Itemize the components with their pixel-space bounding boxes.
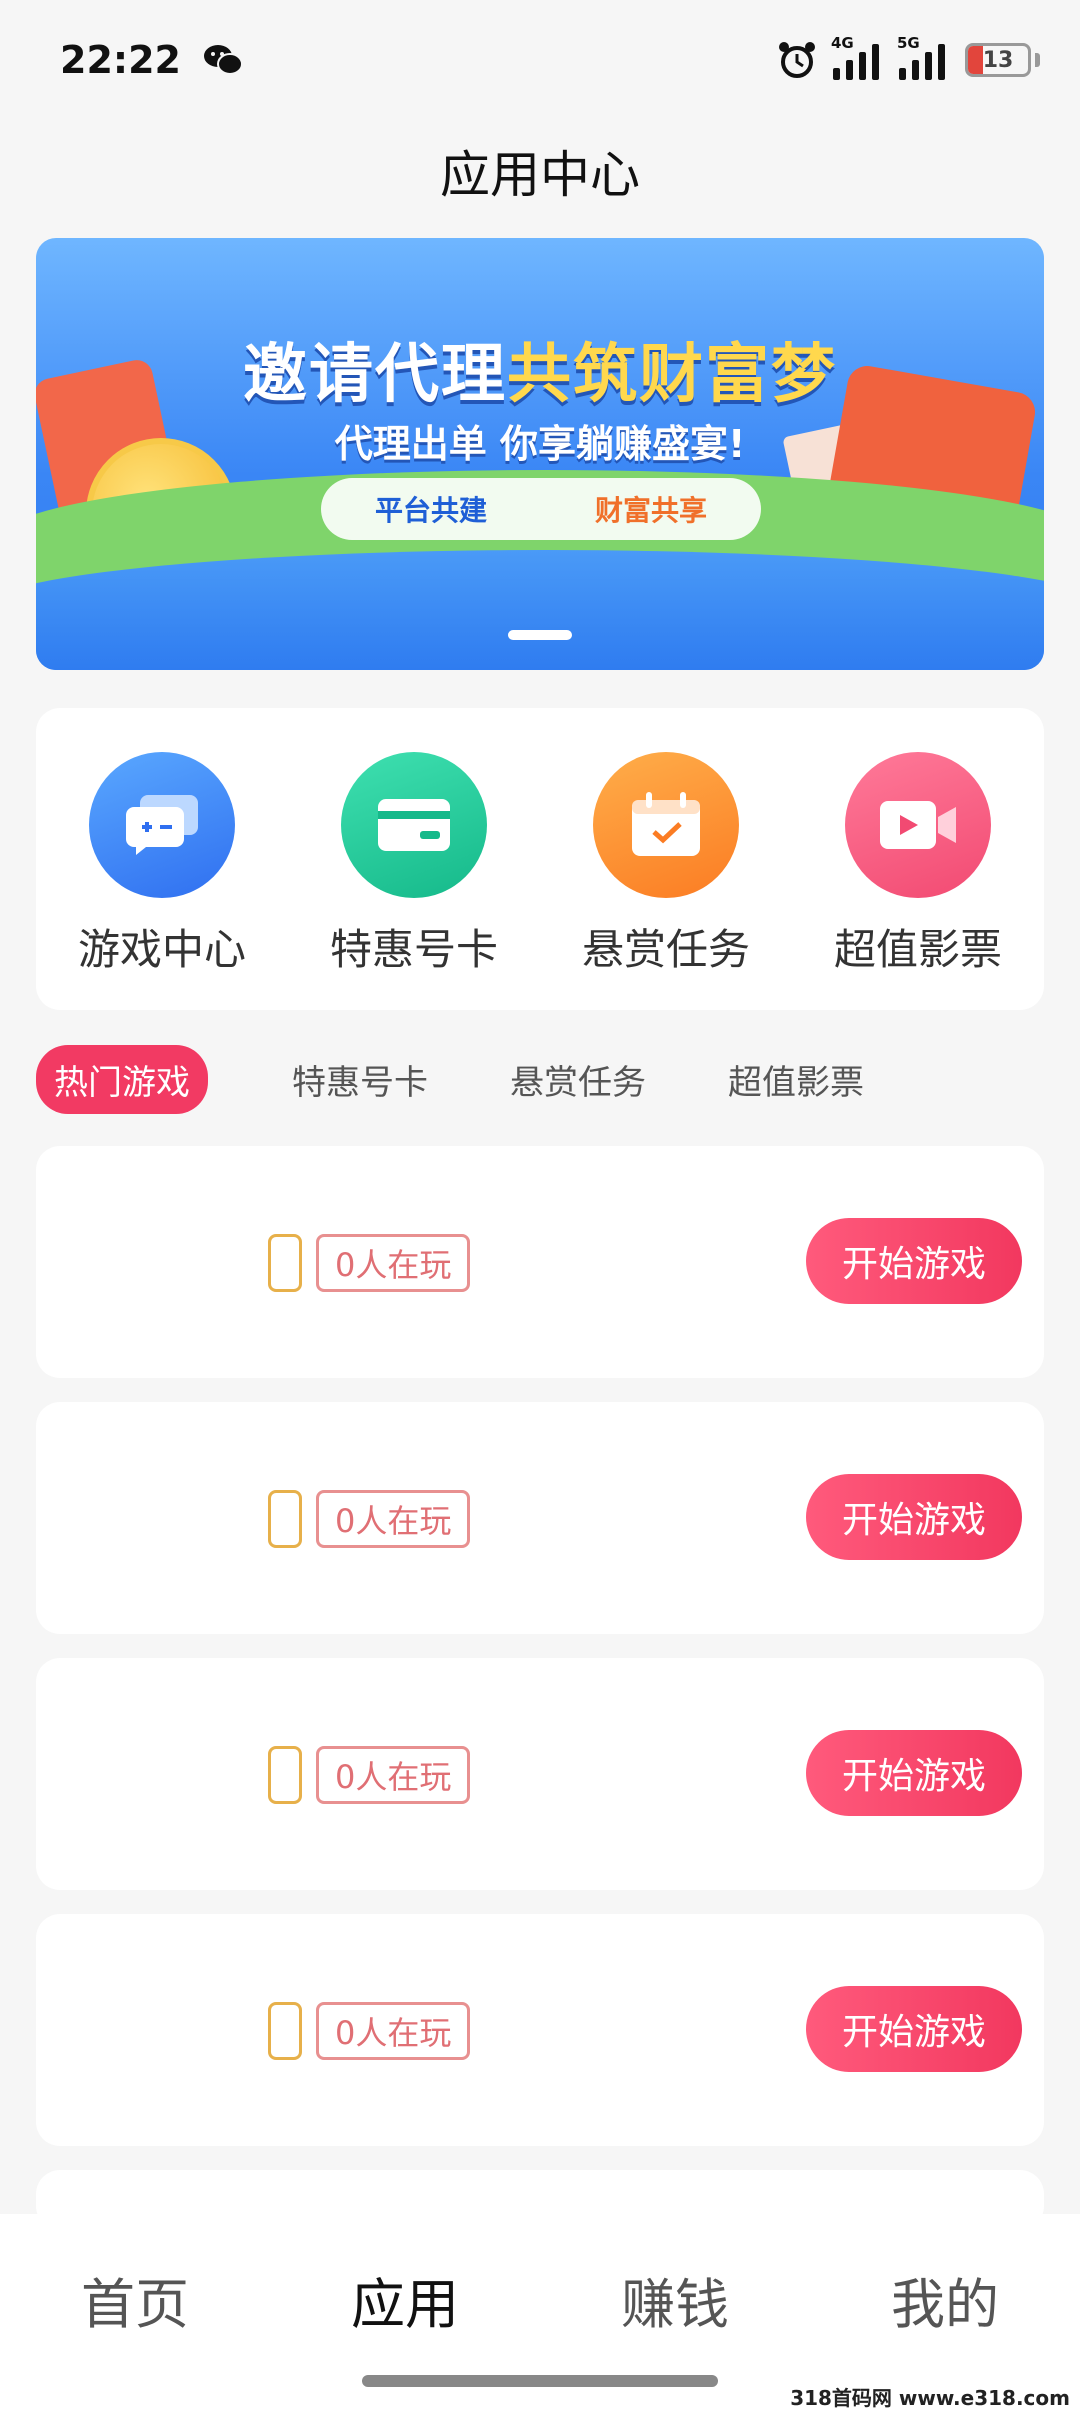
game-list-item[interactable]: 0人在玩 开始游戏 bbox=[36, 1914, 1044, 2146]
carousel-indicator bbox=[508, 630, 572, 640]
quick-item-label: 超值影票 bbox=[833, 925, 1002, 974]
game-list-item[interactable]: 0人在玩 开始游戏 bbox=[36, 1658, 1044, 1890]
nav-earn[interactable]: 赚钱 bbox=[565, 2260, 785, 2339]
banner-pill-right: 财富共享 bbox=[594, 494, 707, 527]
start-game-button[interactable]: 开始游戏 bbox=[806, 1218, 1022, 1304]
quick-item-movie-ticket[interactable]: 超值影票 bbox=[808, 752, 1028, 977]
banner-pill-left: 平台共建 bbox=[374, 494, 487, 527]
tab-movie-ticket[interactable]: 超值影票 bbox=[728, 1055, 864, 1104]
tab-sim-card[interactable]: 特惠号卡 bbox=[292, 1055, 428, 1104]
banner-pill: 平台共建 财富共享 bbox=[321, 478, 761, 540]
home-indicator[interactable] bbox=[362, 2375, 718, 2387]
video-play-icon bbox=[845, 752, 991, 898]
player-count-badge: 0人在玩 bbox=[316, 1490, 471, 1548]
start-game-button[interactable]: 开始游戏 bbox=[806, 1474, 1022, 1560]
start-game-button[interactable]: 开始游戏 bbox=[806, 1730, 1022, 1816]
signal-4g-icon: 4G bbox=[831, 34, 883, 80]
watermark: 318首码网 www.e318.com bbox=[790, 2386, 1070, 2410]
quick-item-label: 悬赏任务 bbox=[581, 925, 750, 974]
player-count-badge: 0人在玩 bbox=[316, 1746, 471, 1804]
quick-item-sim-card[interactable]: 特惠号卡 bbox=[304, 752, 524, 977]
banner-title: 邀请代理共筑财富梦 bbox=[243, 338, 837, 412]
game-thumbnail bbox=[268, 2002, 302, 2060]
tab-hot-games[interactable]: 热门游戏 bbox=[36, 1044, 208, 1114]
player-count-badge: 0人在玩 bbox=[316, 1234, 471, 1292]
quick-item-label: 特惠号卡 bbox=[329, 925, 498, 974]
signal-5g-icon: 5G bbox=[897, 34, 949, 80]
alarm-clock-icon bbox=[779, 42, 815, 78]
quick-item-bounty-task[interactable]: 悬赏任务 bbox=[556, 752, 776, 977]
card-icon bbox=[341, 752, 487, 898]
game-chat-icon bbox=[89, 752, 235, 898]
game-thumbnail bbox=[268, 1490, 302, 1548]
battery-icon: 13 bbox=[965, 43, 1031, 77]
quick-item-game-center[interactable]: 游戏中心 bbox=[52, 752, 272, 977]
nav-mine[interactable]: 我的 bbox=[835, 2260, 1055, 2339]
player-count-badge: 0人在玩 bbox=[316, 2002, 471, 2060]
tab-bounty-task[interactable]: 悬赏任务 bbox=[510, 1055, 646, 1104]
nav-apps[interactable]: 应用 bbox=[295, 2260, 515, 2339]
start-game-button[interactable]: 开始游戏 bbox=[806, 1986, 1022, 2072]
nav-home[interactable]: 首页 bbox=[25, 2260, 245, 2339]
quick-item-label: 游戏中心 bbox=[77, 925, 246, 974]
banner-subtitle: 代理出单 你享躺赚盛宴! bbox=[334, 422, 746, 466]
status-time: 22:22 bbox=[60, 38, 181, 82]
wechat-icon bbox=[203, 45, 243, 75]
page-title: 应用中心 bbox=[440, 146, 640, 204]
game-thumbnail bbox=[268, 1234, 302, 1292]
quick-access-card: 游戏中心 特惠号卡 悬赏任务 超值影票 bbox=[36, 708, 1044, 1010]
calendar-check-icon bbox=[593, 752, 739, 898]
game-list-item[interactable]: 0人在玩 开始游戏 bbox=[36, 1402, 1044, 1634]
promo-banner[interactable]: 邀请代理共筑财富梦 代理出单 你享躺赚盛宴! 平台共建 财富共享 bbox=[36, 238, 1044, 670]
category-tabs: 热门游戏 特惠号卡 悬赏任务 超值影票 bbox=[36, 1044, 1044, 1114]
app-page: 22:22 4G 5G 13 应用中心 邀请代理共筑财富梦 代理出单 你享躺赚盛… bbox=[0, 0, 1080, 2412]
status-bar: 22:22 4G 5G 13 bbox=[0, 0, 1080, 120]
game-list-item[interactable]: 0人在玩 开始游戏 bbox=[36, 1146, 1044, 1378]
game-thumbnail bbox=[268, 1746, 302, 1804]
